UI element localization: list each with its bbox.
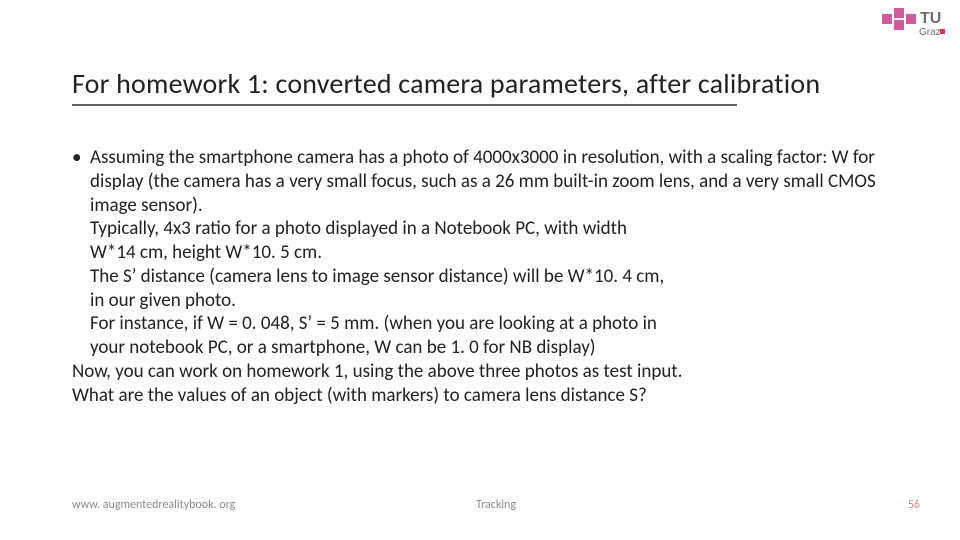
footer: www. augmentedrealitybook. org Tracking …	[72, 498, 920, 512]
svg-text:TU: TU	[920, 10, 941, 27]
bullet-text: Assuming the smartphone camera has a pho…	[90, 146, 900, 217]
body-line: W*14 cm, height W*10. 5 cm.	[72, 241, 900, 265]
slide: TU Graz For homework 1: converted camera…	[0, 0, 960, 540]
body-line: your notebook PC, or a smartphone, W can…	[72, 336, 900, 360]
tu-graz-logo: TU Graz	[876, 6, 946, 47]
body-line: Typically, 4x3 ratio for a photo display…	[72, 217, 900, 241]
body-line: The S’ distance (camera lens to image se…	[72, 265, 900, 289]
body-line: in our given photo.	[72, 289, 900, 313]
body-line: For instance, if W = 0. 048, S’ = 5 mm. …	[72, 312, 900, 336]
slide-body: • Assuming the smartphone camera has a p…	[72, 146, 900, 407]
title-underline	[72, 104, 737, 106]
svg-text:Graz: Graz	[919, 27, 941, 38]
body-line: What are the values of an object (with m…	[72, 384, 900, 408]
body-line: Now, you can work on homework 1, using t…	[72, 360, 900, 384]
footer-center: Tracking	[72, 498, 920, 512]
bullet-item: • Assuming the smartphone camera has a p…	[72, 146, 900, 217]
slide-title: For homework 1: converted camera paramet…	[72, 66, 820, 101]
bullet-dot-icon: •	[72, 146, 90, 217]
